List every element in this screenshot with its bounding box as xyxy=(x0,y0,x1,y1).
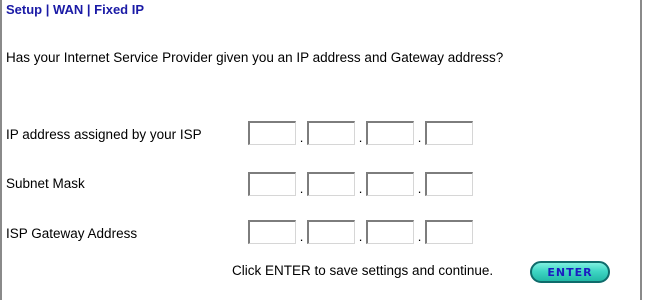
octet-separator: . xyxy=(299,130,304,145)
octet-separator: . xyxy=(358,181,363,196)
gateway-octet-4[interactable] xyxy=(425,220,473,244)
octet-separator: . xyxy=(358,130,363,145)
ip-address-label: IP address assigned by your ISP xyxy=(6,127,202,142)
subnet-mask-label: Subnet Mask xyxy=(6,176,85,191)
gateway-octet-3[interactable] xyxy=(366,220,414,244)
gateway-input-group: . . . xyxy=(248,220,473,244)
octet-separator: . xyxy=(358,229,363,244)
subnet-mask-octet-2[interactable] xyxy=(307,172,355,196)
ip-address-octet-1[interactable] xyxy=(248,121,296,145)
gateway-octet-2[interactable] xyxy=(307,220,355,244)
isp-question: Has your Internet Service Provider given… xyxy=(6,50,504,65)
ip-address-octet-3[interactable] xyxy=(366,121,414,145)
gateway-octet-1[interactable] xyxy=(248,220,296,244)
octet-separator: . xyxy=(299,229,304,244)
ip-address-octet-2[interactable] xyxy=(307,121,355,145)
enter-button[interactable]: ENTER xyxy=(530,261,610,283)
subnet-mask-input-group: . . . xyxy=(248,172,473,196)
content-frame xyxy=(0,0,642,300)
subnet-mask-octet-1[interactable] xyxy=(248,172,296,196)
subnet-mask-octet-3[interactable] xyxy=(366,172,414,196)
save-instruction: Click ENTER to save settings and continu… xyxy=(232,263,494,278)
subnet-mask-octet-4[interactable] xyxy=(425,172,473,196)
octet-separator: . xyxy=(299,181,304,196)
octet-separator: . xyxy=(417,181,422,196)
breadcrumb: Setup | WAN | Fixed IP xyxy=(6,2,145,17)
octet-separator: . xyxy=(417,130,422,145)
ip-address-input-group: . . . xyxy=(248,121,473,145)
octet-separator: . xyxy=(417,229,422,244)
gateway-label: ISP Gateway Address xyxy=(6,226,138,241)
ip-address-octet-4[interactable] xyxy=(425,121,473,145)
